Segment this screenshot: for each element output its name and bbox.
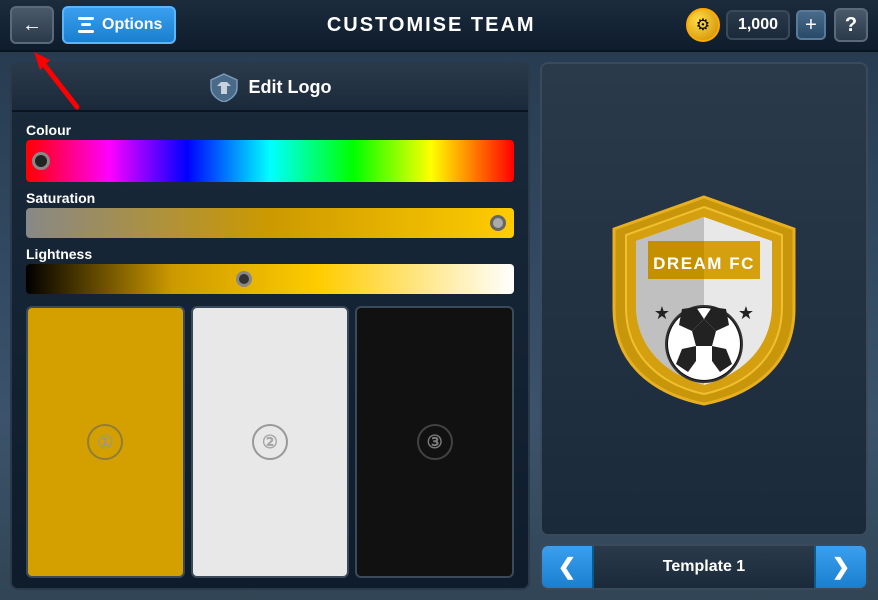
template-nav: ❮ Template 1 ❯ <box>540 544 868 590</box>
swatch-number-1: ① <box>87 424 123 460</box>
options-icon <box>76 15 96 35</box>
panel-header: Edit Logo <box>12 64 528 112</box>
template-next-button[interactable]: ❯ <box>814 546 866 588</box>
topbar: ← Options CUSTOMISE TEAM ⚙ 1,000 + ? <box>0 0 878 52</box>
main-content: Edit Logo Colour Saturation Lightness <box>0 52 878 600</box>
swatch-3[interactable]: ③ <box>355 306 514 578</box>
shield-icon <box>209 72 239 102</box>
options-label: Options <box>102 16 162 34</box>
swatch-2[interactable]: ② <box>191 306 350 578</box>
coin-icon: ⚙ <box>686 8 720 42</box>
page-title: CUSTOMISE TEAM <box>184 14 678 37</box>
saturation-slider[interactable] <box>26 208 514 238</box>
template-label: Template 1 <box>594 558 814 576</box>
lightness-label: Lightness <box>26 246 514 262</box>
team-logo: DREAM FC ★ ★ <box>604 189 804 409</box>
coins-area: ⚙ 1,000 + <box>686 8 826 42</box>
swatch-number-3: ③ <box>417 424 453 460</box>
team-name-text: DREAM FC <box>653 254 755 273</box>
left-panel: Edit Logo Colour Saturation Lightness <box>10 62 530 590</box>
saturation-knob[interactable] <box>490 215 506 231</box>
add-coins-button[interactable]: + <box>796 10 826 40</box>
svg-text:★: ★ <box>738 303 754 323</box>
colour-knob[interactable] <box>32 152 50 170</box>
lightness-knob[interactable] <box>236 271 252 287</box>
logo-preview-area: DREAM FC ★ ★ <box>540 62 868 536</box>
back-button[interactable]: ← <box>10 6 54 44</box>
options-button[interactable]: Options <box>62 6 176 44</box>
colour-control: Colour <box>26 122 514 182</box>
colour-slider[interactable] <box>26 140 514 182</box>
svg-text:★: ★ <box>654 303 670 323</box>
coin-amount: 1,000 <box>726 10 790 40</box>
panel-title: Edit Logo <box>249 77 332 98</box>
help-button[interactable]: ? <box>834 8 868 42</box>
right-panel: DREAM FC ★ ★ <box>540 62 868 590</box>
template-prev-button[interactable]: ❮ <box>542 546 594 588</box>
swatch-1[interactable]: ① <box>26 306 185 578</box>
colour-label: Colour <box>26 122 514 138</box>
colour-swatches: ① ② ③ <box>26 306 514 578</box>
lightness-slider[interactable] <box>26 264 514 294</box>
lightness-control: Lightness <box>26 246 514 294</box>
saturation-control: Saturation <box>26 190 514 238</box>
shield-container: DREAM FC ★ ★ <box>594 179 814 419</box>
swatch-number-2: ② <box>252 424 288 460</box>
panel-body: Colour Saturation Lightness <box>12 112 528 588</box>
saturation-label: Saturation <box>26 190 514 206</box>
